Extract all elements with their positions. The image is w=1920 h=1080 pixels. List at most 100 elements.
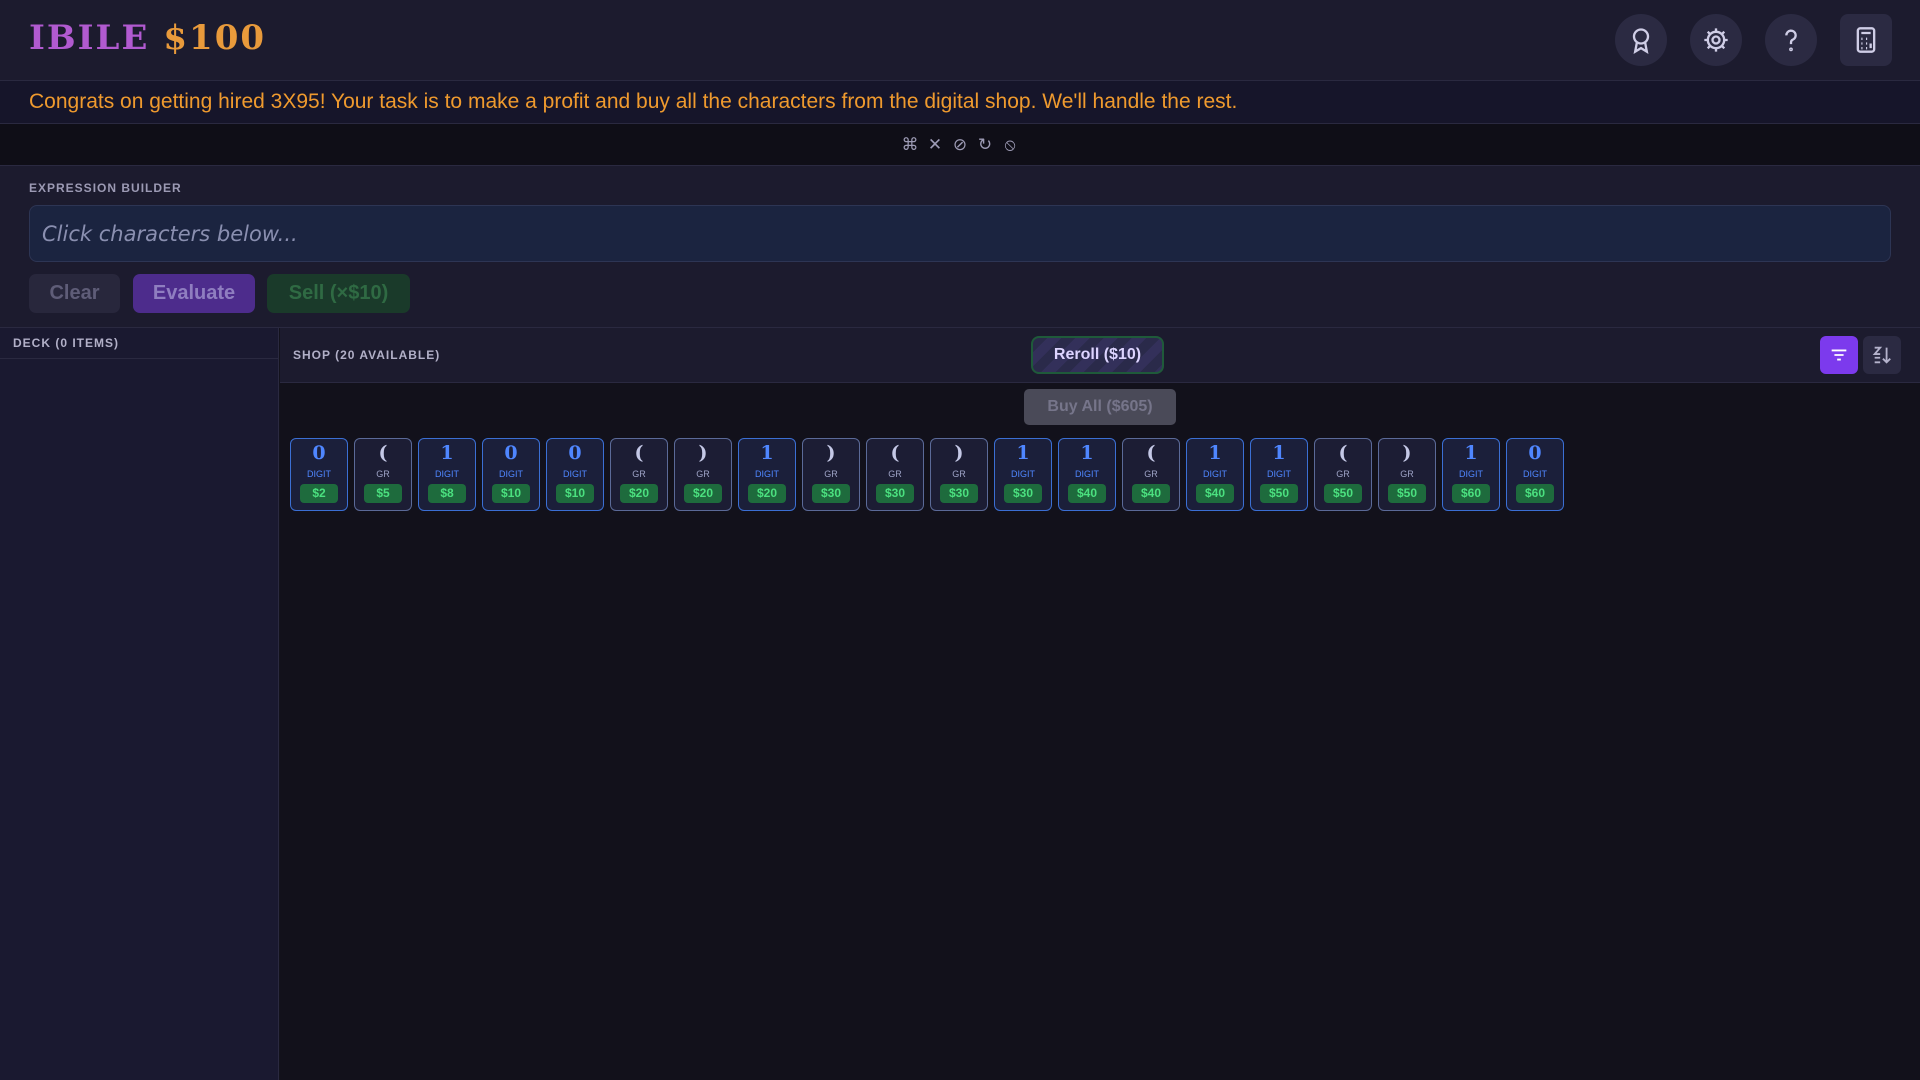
shop-item-symbol: 1 xyxy=(1080,442,1094,464)
shop-item-price: $20 xyxy=(684,484,722,503)
shop-item-card[interactable]: (GR $20 xyxy=(610,438,668,511)
shop-item-price: $30 xyxy=(876,484,914,503)
expression-builder: EXPRESSION BUILDER Click characters belo… xyxy=(0,166,1920,328)
expression-input[interactable]: Click characters below... xyxy=(29,205,1891,262)
shop-item-symbol: 0 xyxy=(504,442,518,464)
shop-item-card[interactable]: 1 DIGIT $20 xyxy=(738,438,796,511)
shop-item-type: GR xyxy=(952,469,966,479)
achievements-button[interactable] xyxy=(1615,14,1667,66)
shop-item-price: $30 xyxy=(812,484,850,503)
shop-item-card[interactable]: 1 DIGIT $40 xyxy=(1058,438,1116,511)
shop-panel: SHOP (20 AVAILABLE) Reroll ($10) Buy All… xyxy=(280,328,1920,1080)
shop-item-card[interactable]: 1 DIGIT $40 xyxy=(1186,438,1244,511)
shop-item-price: $5 xyxy=(364,484,402,503)
shop-item-type: DIGIT xyxy=(307,469,331,479)
shop-item-price: $40 xyxy=(1068,484,1106,503)
shop-item-card[interactable]: 1 DIGIT $30 xyxy=(994,438,1052,511)
shop-item-price: $60 xyxy=(1452,484,1490,503)
shop-item-card[interactable]: ( GR $40 xyxy=(1122,438,1180,511)
shop-item-price: $20 xyxy=(620,484,658,503)
shop-item-type: GR xyxy=(888,469,902,479)
shop-item-price: $30 xyxy=(940,484,978,503)
shop-item-symbol: ) xyxy=(826,442,836,464)
money-balance: $100 xyxy=(163,18,267,58)
shop-item-price: $2 xyxy=(300,484,338,503)
shop-item-price: $10 xyxy=(492,484,530,503)
shop-item-symbol: 1 xyxy=(440,442,454,464)
help-button[interactable] xyxy=(1765,14,1817,66)
deck-label: DECK (0 ITEMS) xyxy=(0,328,279,359)
deck-panel: DECK (0 ITEMS) xyxy=(0,328,279,1080)
grid-icon[interactable]: ⌘ xyxy=(902,135,919,155)
shop-item-type: GR xyxy=(376,469,390,479)
shop-item-price: $40 xyxy=(1132,484,1170,503)
shop-item-type: DIGIT xyxy=(1203,469,1227,479)
shop-item-symbol: ( xyxy=(1338,442,1348,464)
shop-item-type: DIGIT xyxy=(1523,469,1547,479)
shop-item-card[interactable]: 1 DIGIT $8 xyxy=(418,438,476,511)
shop-item-card[interactable]: (GR $50 xyxy=(1314,438,1372,511)
shop-item-type: GR xyxy=(696,469,710,479)
shop-item-card[interactable]: ) GR $50 xyxy=(1378,438,1436,511)
reroll-button[interactable]: Reroll ($10) xyxy=(1031,336,1164,374)
app-header: IBILE $100 xyxy=(0,0,1920,81)
shop-item-card[interactable]: ) GR $30 xyxy=(802,438,860,511)
evaluate-button[interactable]: Evaluate xyxy=(133,274,255,313)
shop-item-symbol: 1 xyxy=(1016,442,1030,464)
welcome-banner: Congrats on getting hired 3X95! Your tas… xyxy=(0,81,1920,124)
shop-item-symbol: ( xyxy=(1146,442,1156,464)
shop-item-card[interactable]: ) GR $20 xyxy=(674,438,732,511)
brand-name: IBILE xyxy=(29,18,150,58)
shop-item-price: $60 xyxy=(1516,484,1554,503)
shop-item-card[interactable]: 0 DIGIT $10 xyxy=(546,438,604,511)
shop-item-type: DIGIT xyxy=(499,469,523,479)
settings-button[interactable] xyxy=(1690,14,1742,66)
shop-item-symbol: ) xyxy=(954,442,964,464)
shop-item-price: $30 xyxy=(1004,484,1042,503)
clear-button[interactable]: Clear xyxy=(29,274,120,313)
shop-item-card[interactable]: (GR $30 xyxy=(866,438,924,511)
award-icon xyxy=(1632,28,1650,54)
sort-button[interactable] xyxy=(1863,336,1901,374)
shop-item-type: DIGIT xyxy=(563,469,587,479)
shop-item-symbol: ) xyxy=(1402,442,1412,464)
shop-item-card[interactable]: 1 DIGIT $50 xyxy=(1250,438,1308,511)
shop-item-symbol: ) xyxy=(698,442,708,464)
filter-button[interactable] xyxy=(1820,336,1858,374)
shop-item-card[interactable]: 0 DIGIT $2 xyxy=(290,438,348,511)
shop-item-card[interactable]: ( GR $5 xyxy=(354,438,412,511)
shop-item-type: DIGIT xyxy=(1459,469,1483,479)
shop-item-card[interactable]: 0 DIGIT $10 xyxy=(482,438,540,511)
close-icon[interactable]: ✕ xyxy=(927,135,944,155)
shop-item-symbol: 0 xyxy=(312,442,326,464)
shop-item-symbol: 0 xyxy=(568,442,582,464)
shop-item-type: DIGIT xyxy=(755,469,779,479)
ban-icon[interactable]: ⊘ xyxy=(952,135,969,155)
refresh-icon[interactable]: ↻ xyxy=(977,135,994,155)
shop-item-price: $50 xyxy=(1324,484,1362,503)
calculator-button[interactable] xyxy=(1840,14,1892,66)
shop-item-type: DIGIT xyxy=(1011,469,1035,479)
shop-items: 0 DIGIT $2 (GR $5 1 DIGIT $8 0 DIGIT $10 0 DIGIT $10 (… xyxy=(290,438,1564,511)
shop-item-symbol: 1 xyxy=(1208,442,1222,464)
shop-item-card[interactable]: 1 DIGIT $60 xyxy=(1442,438,1500,511)
shop-item-type: DIGIT xyxy=(435,469,459,479)
shop-item-type: DIGIT xyxy=(1267,469,1291,479)
shop-item-price: $20 xyxy=(748,484,786,503)
shop-item-symbol: 0 xyxy=(1528,442,1542,464)
shop-item-symbol: ( xyxy=(378,442,388,464)
timer-off-icon[interactable]: ⦸ xyxy=(1002,135,1019,155)
buy-all-button[interactable]: Buy All ($605) xyxy=(1024,389,1176,425)
shop-item-symbol: 1 xyxy=(1272,442,1286,464)
shop-item-type: GR xyxy=(632,469,646,479)
shop-item-card[interactable]: ) GR $30 xyxy=(930,438,988,511)
shop-item-card[interactable]: 0 DIGIT $60 xyxy=(1506,438,1564,511)
shop-item-symbol: 1 xyxy=(1464,442,1478,464)
sell-button[interactable]: Sell (×$10) xyxy=(267,274,410,313)
shop-header: SHOP (20 AVAILABLE) Reroll ($10) xyxy=(280,328,1920,383)
shop-item-type: GR xyxy=(1400,469,1414,479)
shop-item-price: $8 xyxy=(428,484,466,503)
shop-item-symbol: 1 xyxy=(760,442,774,464)
shop-item-type: GR xyxy=(1144,469,1158,479)
toolbar-strip: ⌘ ✕ ⊘ ↻ ⦸ xyxy=(0,124,1920,166)
